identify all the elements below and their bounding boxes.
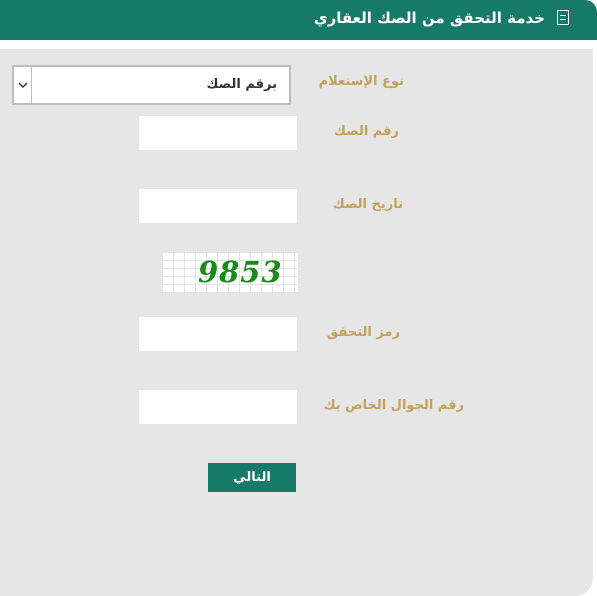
mobile-input[interactable] [139, 390, 297, 424]
document-icon [557, 10, 569, 25]
verification-code-label: رمز التحقق [326, 325, 400, 340]
page-title: خدمة التحقق من الصك العقاري [313, 9, 545, 27]
deed-number-input[interactable] [139, 116, 297, 150]
chevron-down-icon[interactable] [14, 67, 32, 103]
inquiry-type-select[interactable]: برقم الصك [12, 65, 291, 105]
page-header: خدمة التحقق من الصك العقاري [0, 0, 597, 40]
inquiry-type-label: نوع الإستعلام [318, 74, 404, 89]
mobile-label: رقم الجوال الخاص بك [323, 398, 464, 413]
deed-date-label: تاريخ الصك [332, 197, 403, 212]
deed-number-label: رقم الصك [334, 124, 399, 139]
captcha-image: 9853 [162, 252, 298, 293]
deed-date-input[interactable] [139, 189, 297, 223]
captcha-text: 9853 [198, 255, 283, 289]
verification-code-input[interactable] [139, 317, 297, 351]
inquiry-type-value: برقم الصك [206, 77, 277, 92]
next-button[interactable]: التالي [208, 463, 296, 492]
